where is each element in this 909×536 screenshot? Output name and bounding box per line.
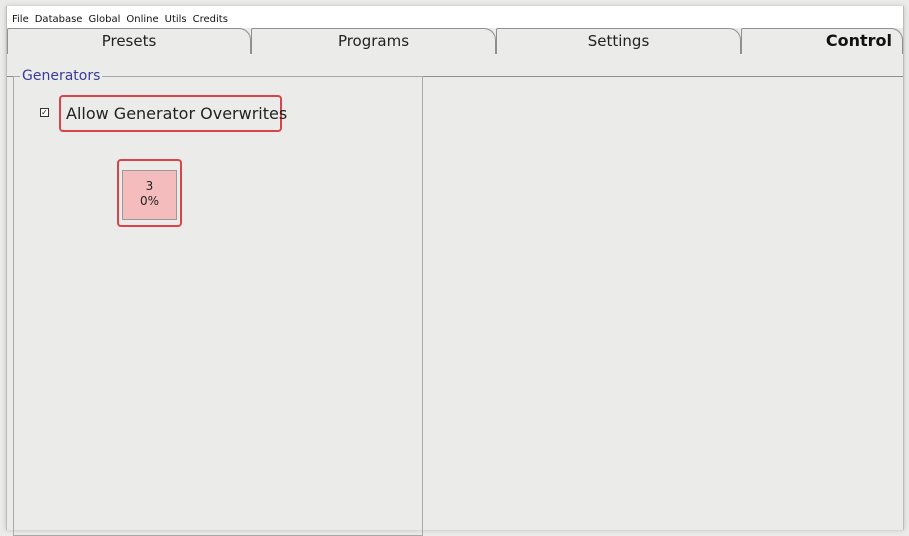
menu-online[interactable]: Online (126, 6, 158, 28)
menu-bar: File Database Global Online Utils Credit… (7, 6, 903, 28)
tab-settings[interactable]: Settings (496, 28, 741, 54)
tab-programs[interactable]: Programs (251, 28, 496, 54)
tab-control[interactable]: Control (741, 28, 903, 54)
menu-global[interactable]: Global (88, 6, 120, 28)
allow-overwrites-label[interactable]: Allow Generator Overwrites (66, 104, 287, 124)
checkmark-icon: ✓ (41, 108, 48, 117)
menu-credits[interactable]: Credits (193, 6, 228, 28)
generator-button[interactable]: 3 0% (122, 170, 177, 220)
menu-file[interactable]: File (12, 6, 29, 28)
generators-group: Generators (13, 67, 423, 536)
menu-utils[interactable]: Utils (165, 6, 187, 28)
generators-group-title: Generators (20, 67, 103, 85)
tab-bar: Presets Programs Settings Control (7, 28, 903, 77)
allow-overwrites-checkbox[interactable]: ✓ (40, 108, 49, 117)
tab-presets[interactable]: Presets (7, 28, 251, 54)
generator-percent: 0% (139, 194, 160, 208)
menu-database[interactable]: Database (35, 6, 83, 28)
generator-number: 3 (145, 179, 154, 193)
